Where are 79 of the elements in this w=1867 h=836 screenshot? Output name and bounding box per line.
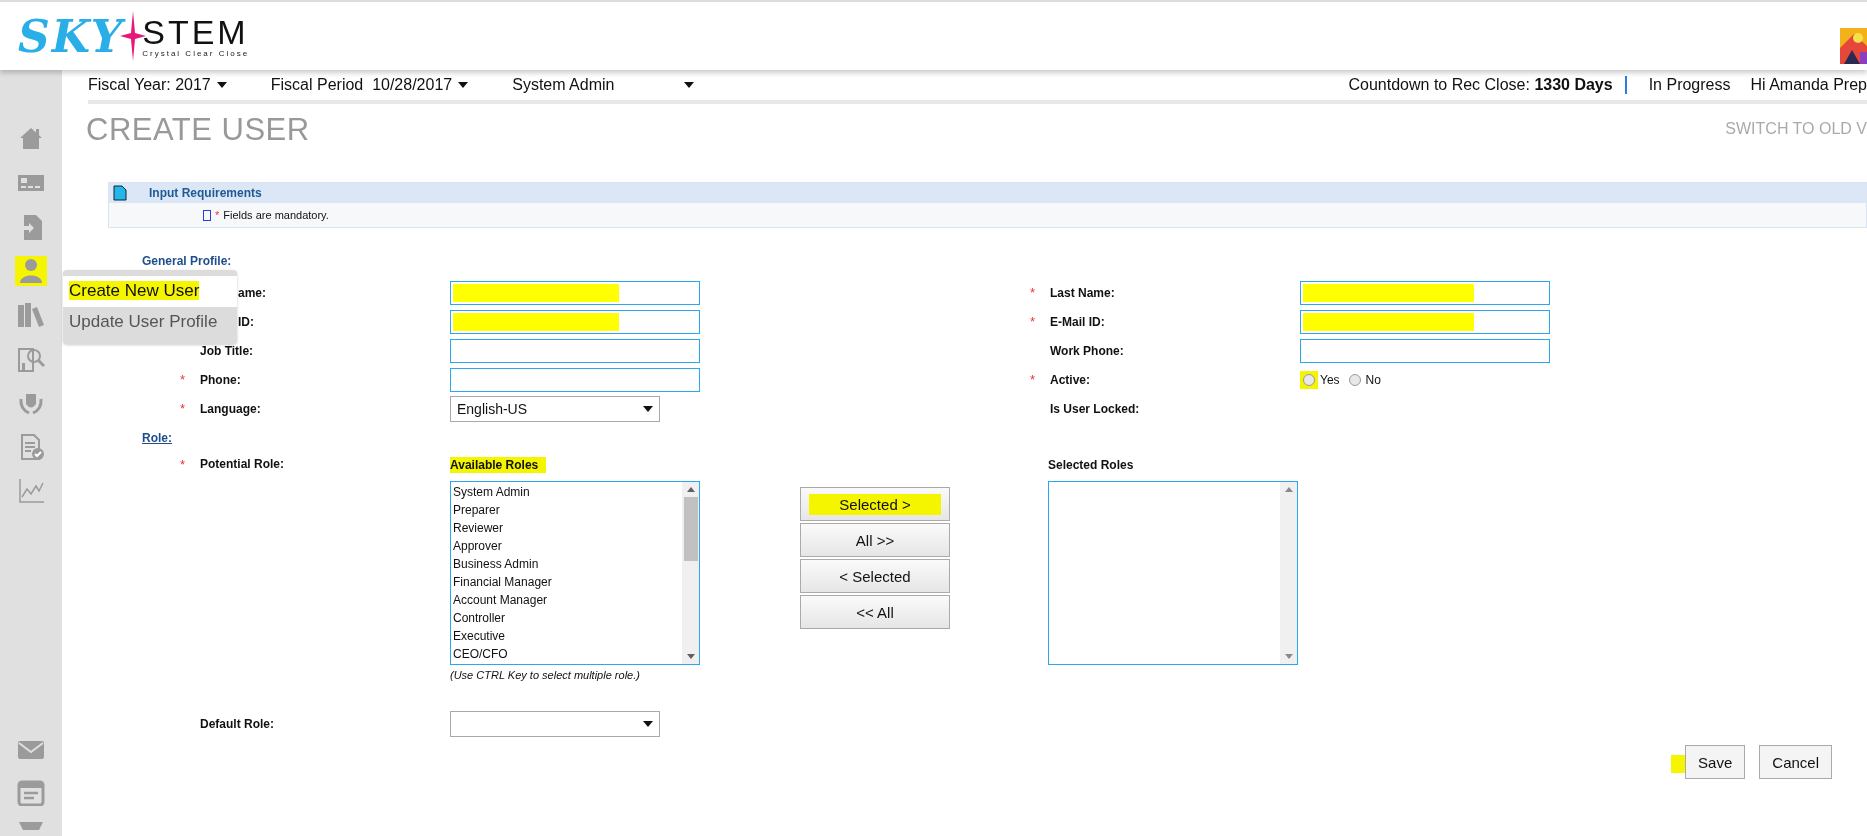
caret-icon — [643, 721, 653, 727]
field-label: Job Title: — [200, 343, 254, 358]
caret-icon — [643, 405, 653, 412]
text-field[interactable] — [1300, 338, 1550, 363]
field-label: Last Name: — [1050, 285, 1115, 300]
field-label: Phone: — [200, 372, 241, 387]
text-field[interactable] — [450, 309, 700, 334]
scroll-down-icon[interactable] — [1284, 654, 1293, 659]
menu-item[interactable]: Update User Profile — [63, 307, 237, 338]
scrollbar-thumb[interactable] — [683, 497, 698, 561]
field-label: Language: — [200, 401, 261, 416]
menu-item[interactable]: Create New User — [63, 276, 237, 307]
required-asterisk: * — [1030, 314, 1037, 329]
field-label: ID: — [238, 314, 254, 329]
field-label: E-Mail ID: — [1050, 314, 1105, 329]
fiscal-period-dropdown[interactable]: 10/28/2017 — [372, 76, 469, 94]
radio-label: Yes — [1320, 372, 1340, 387]
section-link[interactable]: Role: — [142, 431, 172, 445]
list-item[interactable]: Account Manager — [453, 591, 680, 609]
required-asterisk: * — [180, 372, 187, 387]
list-title: Selected Roles — [1048, 457, 1135, 473]
move-button[interactable]: All >> — [800, 523, 950, 557]
field-label: ame: — [238, 285, 266, 300]
calendar-icon[interactable] — [15, 778, 47, 806]
text-field[interactable] — [450, 338, 700, 363]
panel-title: Input Requirements — [149, 186, 262, 200]
countdown-text: Countdown to Rec Close: 1330 Days — [1348, 76, 1627, 94]
scroll-down-icon[interactable] — [686, 654, 695, 659]
move-button[interactable]: Selected > — [800, 487, 950, 521]
required-asterisk: * — [1030, 285, 1037, 300]
required-asterisk: * — [180, 401, 187, 416]
scroll-up-icon[interactable] — [686, 487, 695, 492]
requirement-note: Fields are mandatory. — [223, 209, 329, 221]
fiscal-period-label: Fiscal Period — [270, 76, 364, 94]
caret-icon — [216, 82, 227, 88]
move-button[interactable]: < Selected — [800, 559, 950, 593]
text-field[interactable] — [450, 280, 700, 305]
text-field[interactable] — [450, 367, 700, 392]
list-item[interactable]: Preparer — [453, 501, 680, 519]
list-item[interactable]: CEO/CFO — [453, 645, 680, 663]
books-icon[interactable] — [15, 300, 47, 330]
field-label: Potential Role: — [200, 457, 284, 471]
field-label: Work Phone: — [1050, 343, 1124, 358]
cancel-button[interactable]: Cancel — [1759, 745, 1832, 779]
list-item[interactable]: Controller — [453, 609, 680, 627]
list-title: Available Roles — [450, 457, 547, 473]
field-label: Active: — [1050, 372, 1090, 387]
list-item[interactable]: System Admin — [453, 483, 680, 501]
text-field[interactable] — [1300, 309, 1550, 334]
document-icon — [113, 185, 127, 201]
list-item[interactable]: Executive — [453, 627, 680, 645]
radio-label: No — [1365, 372, 1381, 387]
move-button[interactable]: << All — [800, 595, 950, 629]
list-item[interactable]: Financial Manager — [453, 573, 680, 591]
note-icon — [203, 209, 211, 221]
status-text: In Progress — [1648, 76, 1731, 94]
language-dropdown[interactable]: English-US — [450, 395, 660, 422]
hint-text: (Use CTRL Key to select multiple role.) — [450, 669, 641, 681]
list-item[interactable]: Business Admin — [453, 555, 680, 573]
field-label: Is User Locked: — [1050, 401, 1140, 416]
scroll-up-icon[interactable] — [1284, 487, 1293, 492]
available-roles-list[interactable]: System Admin Preparer Reviewer Approver Business Admin Financial Manager Account Manager Controller Executive CEO/CFO — [450, 481, 700, 665]
user-icon[interactable] — [15, 256, 47, 286]
required-asterisk: * — [1030, 372, 1037, 387]
required-asterisk: * — [215, 209, 220, 221]
page-title: CREATE USER — [86, 112, 310, 148]
text-field[interactable] — [1300, 280, 1550, 305]
role-dropdown[interactable]: System Admin — [512, 76, 695, 94]
radio-button[interactable] — [1348, 373, 1361, 386]
caret-icon — [458, 82, 469, 88]
fiscal-year-dropdown[interactable]: Fiscal Year: 2017 — [88, 76, 227, 94]
required-asterisk: * — [180, 457, 187, 472]
default-role-dropdown[interactable] — [450, 711, 660, 737]
section-heading: General Profile: — [142, 254, 232, 268]
list-item[interactable]: Reviewer — [453, 519, 680, 537]
caret-icon — [684, 82, 695, 88]
user-greeting[interactable]: Hi Amanda Prep — [1750, 76, 1867, 94]
list-item[interactable]: Approver — [453, 537, 680, 555]
field-label: Default Role: — [200, 717, 274, 731]
